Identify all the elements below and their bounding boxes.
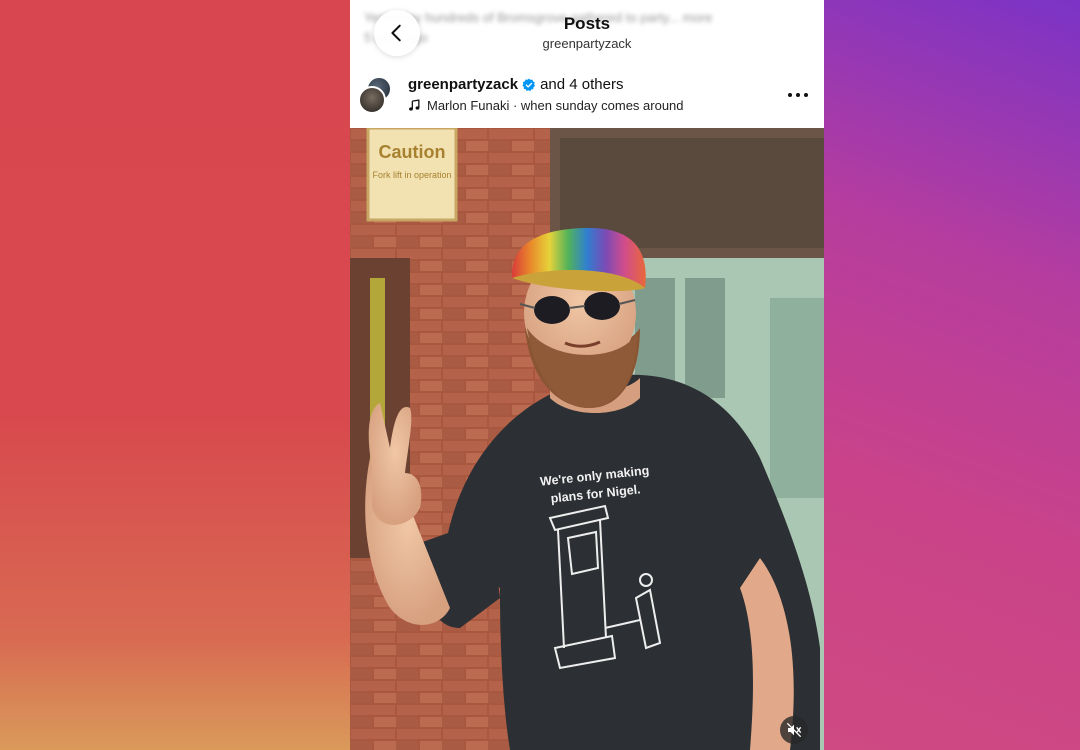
mute-button[interactable]: [780, 716, 808, 744]
post-photo[interactable]: Caution Fork lift in operation We're onl…: [350, 128, 824, 750]
post-header: greenpartyzack and 4 others Marlon Funak…: [350, 62, 824, 128]
speaker-muted-icon: [786, 722, 802, 738]
background-right: [824, 0, 1080, 750]
page-title: Posts: [563, 14, 611, 33]
caution-sign-subtext: Fork lift in operation: [372, 170, 451, 180]
audio-track-label: Marlon Funaki · when sunday comes around: [427, 98, 684, 113]
post-image: Caution Fork lift in operation We're onl…: [350, 128, 824, 750]
verified-badge-icon: [522, 78, 536, 91]
page-subtitle: greenpartyzack: [542, 36, 632, 51]
avatar-stack[interactable]: [358, 76, 398, 116]
avatar: [358, 86, 386, 114]
post-username[interactable]: greenpartyzack: [408, 76, 518, 93]
post-viewer: Yesterday hundreds of Bromsgrove gathere…: [350, 0, 824, 750]
posts-header: Yesterday hundreds of Bromsgrove gathere…: [350, 0, 824, 62]
caution-sign-text: Caution: [379, 142, 446, 162]
music-note-icon: [409, 99, 420, 111]
collaborators-label[interactable]: and 4 others: [540, 76, 623, 93]
more-options-button[interactable]: [786, 86, 810, 104]
audio-attribution[interactable]: Marlon Funaki · when sunday comes around: [408, 98, 684, 113]
more-horizontal-icon: [788, 93, 808, 97]
background-left: [0, 0, 350, 750]
post-author[interactable]: greenpartyzack and 4 others: [408, 76, 623, 93]
